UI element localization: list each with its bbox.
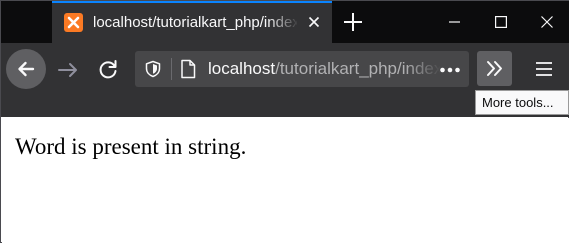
page-icon[interactable] xyxy=(179,59,197,79)
tab-close-icon[interactable] xyxy=(306,14,322,30)
hamburger-menu-icon[interactable] xyxy=(529,56,557,82)
page-body-text: Word is present in string. xyxy=(15,134,247,159)
maximize-icon[interactable] xyxy=(478,1,524,43)
forward-arrow-icon[interactable] xyxy=(55,57,81,83)
close-icon[interactable] xyxy=(524,1,569,43)
url-host: localhost xyxy=(208,59,276,78)
xampp-favicon-icon xyxy=(64,13,83,32)
minimize-icon[interactable] xyxy=(432,1,478,43)
reload-icon[interactable] xyxy=(95,57,121,83)
tooltip-more-tools: More tools... xyxy=(475,90,569,115)
page-content: Word is present in string. xyxy=(2,118,569,243)
url-bar[interactable]: localhost/tutorialkart_php/index.php xyxy=(135,51,469,87)
chevron-double-right-icon[interactable] xyxy=(477,51,512,86)
active-tab-indicator xyxy=(52,1,332,3)
more-dots-icon[interactable] xyxy=(439,62,461,76)
browser-window: localhost/tutorialkart_php/index.php xyxy=(0,0,569,243)
active-tab[interactable]: localhost/tutorialkart_php/index.php xyxy=(52,1,332,43)
shield-icon[interactable] xyxy=(144,60,162,78)
tab-strip: localhost/tutorialkart_php/index.php xyxy=(1,1,569,43)
back-arrow-icon[interactable] xyxy=(6,49,46,89)
new-tab-icon[interactable] xyxy=(341,10,365,34)
